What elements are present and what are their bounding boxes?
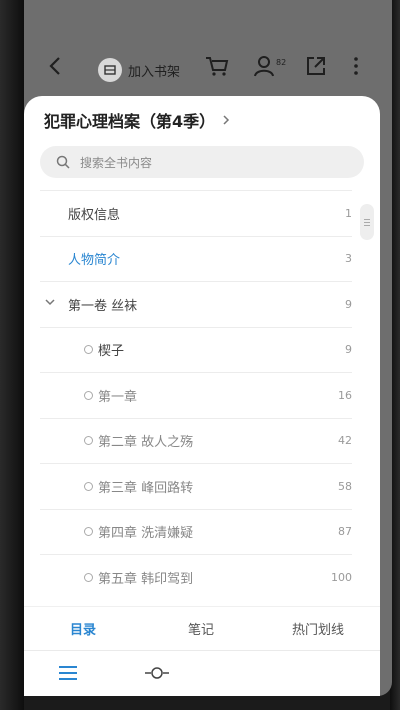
cart-icon[interactable] <box>204 54 230 78</box>
chapter-dot-icon <box>84 436 93 446</box>
toc-item-page: 100 <box>331 570 352 584</box>
toc-list: 版权信息 1 人物简介 3 第一卷 丝袜 9 楔子 9 第一章 16 第二章 故… <box>40 190 352 600</box>
toc-item-page: 16 <box>338 388 352 402</box>
toc-item-page: 9 <box>345 343 352 357</box>
chapter-dot-icon <box>84 481 93 491</box>
tab-contents[interactable]: 目录 <box>70 619 96 638</box>
toc-item-label: 第四章 洗清嫌疑 <box>98 526 194 542</box>
toc-item-page: 3 <box>345 252 352 266</box>
toc-chapter-item[interactable]: 第四章 洗清嫌疑 87 <box>40 508 352 555</box>
add-to-shelf-label: 加入书架 <box>128 64 181 80</box>
toc-item-page: 1 <box>345 206 352 220</box>
reader-bottom-bar <box>24 650 380 696</box>
toc-item-label: 人物简介 <box>68 253 121 269</box>
user-icon[interactable] <box>252 54 278 78</box>
search-placeholder: 搜索全书内容 <box>80 155 153 170</box>
tab-popular-highlights[interactable]: 热门划线 <box>292 619 344 638</box>
toc-item-label: 楔子 <box>98 344 125 360</box>
chevron-left-icon[interactable] <box>44 54 68 78</box>
table-of-contents-sheet: 犯罪心理档案（第4季） 搜索全书内容 版权信息 1 人物简介 3 第一卷 丝袜 … <box>24 96 380 696</box>
progress-slider-icon[interactable] <box>144 666 170 680</box>
share-icon[interactable] <box>304 54 328 78</box>
toc-item[interactable]: 人物简介 3 <box>40 235 352 282</box>
tab-notes[interactable]: 笔记 <box>188 619 214 638</box>
toc-chapter-item[interactable]: 第三章 峰回路转 58 <box>40 463 352 509</box>
toc-tabs: 目录 笔记 热门划线 <box>24 606 380 650</box>
toc-item-page: 9 <box>345 297 352 311</box>
toc-chapter-item[interactable]: 第二章 故人之殇 42 <box>40 417 352 464</box>
menu-icon[interactable] <box>58 665 78 681</box>
reader-top-bar: 加入书架 82 <box>24 36 392 96</box>
user-badge-count: 82 <box>276 58 287 67</box>
chapter-dot-icon <box>84 527 93 537</box>
add-to-shelf-button[interactable]: 加入书架 <box>98 58 180 82</box>
more-vertical-icon[interactable] <box>352 54 360 78</box>
search-input[interactable]: 搜索全书内容 <box>40 146 364 178</box>
toc-chapter-item[interactable]: 楔子 9 <box>40 326 352 373</box>
toc-item-label: 第一卷 丝袜 <box>68 298 138 314</box>
scrollbar-thumb[interactable] <box>360 204 374 240</box>
toc-item[interactable]: 版权信息 1 <box>40 190 352 236</box>
toc-item-label: 第二章 故人之殇 <box>98 435 194 451</box>
toc-item-label: 第三章 峰回路转 <box>98 480 194 496</box>
book-title-link[interactable]: 犯罪心理档案（第4季） <box>44 108 231 132</box>
toc-item-page: 42 <box>338 434 352 448</box>
phone-edge-left <box>0 0 24 710</box>
toc-item-page: 87 <box>338 525 352 539</box>
chapter-dot-icon <box>84 390 93 400</box>
search-icon <box>56 155 70 169</box>
toc-item-page: 58 <box>338 479 352 493</box>
chevron-down-icon[interactable] <box>44 296 56 308</box>
bookshelf-icon <box>98 58 122 82</box>
toc-chapter-item[interactable]: 第五章 韩印驾到 100 <box>40 554 352 600</box>
toc-item-label: 版权信息 <box>68 207 121 223</box>
phone-frame: 加入书架 82 犯罪心理档案（第4季） 搜索全书内容 版权信息 1 人物简介 3… <box>0 0 400 710</box>
chapter-dot-icon <box>84 345 93 355</box>
book-title: 犯罪心理档案（第4季） <box>44 112 216 131</box>
toc-item-label: 第一章 <box>98 389 138 405</box>
toc-item-label: 第五章 韩印驾到 <box>98 571 194 587</box>
toc-volume-item[interactable]: 第一卷 丝袜 9 <box>40 281 352 327</box>
chapter-dot-icon <box>84 572 93 582</box>
chevron-right-icon <box>223 115 230 125</box>
toc-chapter-item[interactable]: 第一章 16 <box>40 372 352 418</box>
